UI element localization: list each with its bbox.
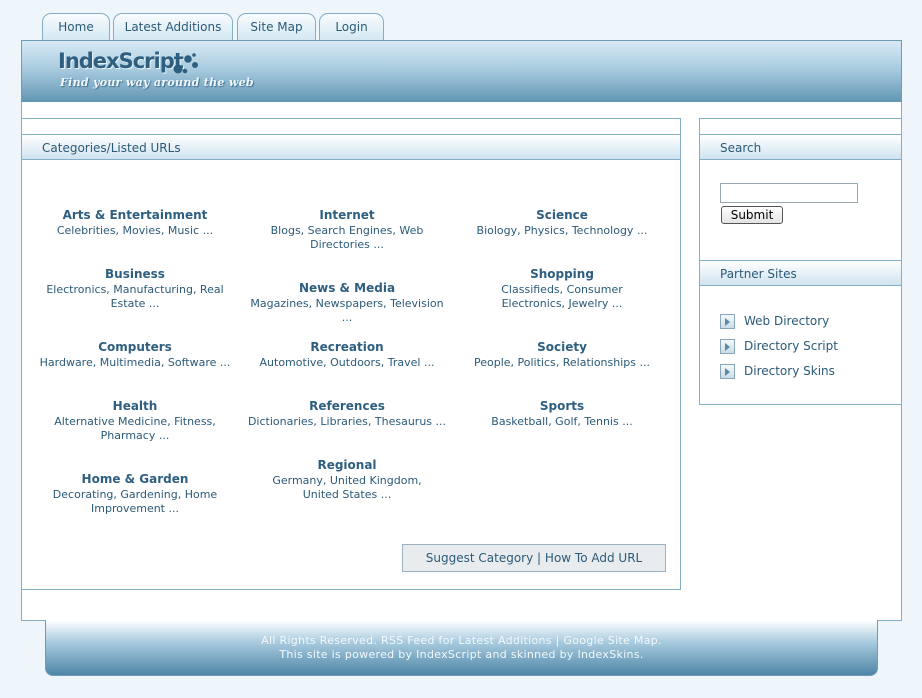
category-subcategories[interactable]: Electronics, Manufacturing, Real Estate … — [35, 283, 235, 311]
category-title[interactable]: Shopping — [462, 267, 662, 281]
category-title[interactable]: Sports — [462, 399, 662, 413]
category-title[interactable]: Computers — [35, 340, 235, 354]
partner-sites-title: Partner Sites — [700, 260, 901, 286]
category-subcategories[interactable]: Decorating, Gardening, Home Improvement … — [35, 488, 235, 516]
header-banner: IndexScript Find your way around the web — [21, 40, 902, 104]
category-shopping: Shopping Classifieds, Consumer Electroni… — [462, 267, 662, 311]
search-input[interactable] — [720, 183, 858, 203]
category-home-garden: Home & Garden Decorating, Gardening, Hom… — [35, 472, 235, 516]
category-subcategories[interactable]: Basketball, Golf, Tennis ... — [462, 415, 662, 429]
logo-title: IndexScript — [58, 49, 184, 73]
category-news-media: News & Media Magazines, Newspapers, Tele… — [247, 281, 447, 325]
category-title[interactable]: Health — [35, 399, 235, 413]
suggest-category-link[interactable]: Suggest Category — [426, 551, 533, 565]
tab-home[interactable]: Home — [42, 13, 110, 41]
category-title[interactable]: Business — [35, 267, 235, 281]
category-regional: Regional Germany, United Kingdom, United… — [247, 458, 447, 502]
category-computers: Computers Hardware, Multimedia, Software… — [35, 340, 235, 370]
category-sports: Sports Basketball, Golf, Tennis ... — [462, 399, 662, 429]
category-subcategories[interactable]: Biology, Physics, Technology ... — [462, 224, 662, 238]
category-subcategories[interactable]: Blogs, Search Engines, Web Directories .… — [247, 224, 447, 252]
partner-link-label: Directory Script — [744, 339, 838, 353]
category-title[interactable]: Recreation — [247, 340, 447, 354]
how-to-add-url-link[interactable]: How To Add URL — [545, 551, 642, 565]
category-subcategories[interactable]: Classifieds, Consumer Electronics, Jewel… — [462, 283, 662, 311]
categories-panel-title: Categories/Listed URLs — [22, 134, 680, 160]
category-internet: Internet Blogs, Search Engines, Web Dire… — [247, 208, 447, 252]
tab-site-map[interactable]: Site Map — [237, 13, 316, 41]
category-arts-entertainment: Arts & Entertainment Celebrities, Movies… — [35, 208, 235, 238]
category-title[interactable]: News & Media — [247, 281, 447, 295]
footer: All Rights Reserved. RSS Feed for Latest… — [45, 620, 878, 676]
category-title[interactable]: Home & Garden — [35, 472, 235, 486]
suggest-links-box: Suggest Category | How To Add URL — [402, 544, 666, 572]
category-subcategories[interactable]: Magazines, Newspapers, Television ... — [247, 297, 447, 325]
category-references: References Dictionaries, Libraries, Thes… — [247, 399, 447, 429]
category-recreation: Recreation Automotive, Outdoors, Travel … — [247, 340, 447, 370]
category-society: Society People, Politics, Relationships … — [462, 340, 662, 370]
category-subcategories[interactable]: Automotive, Outdoors, Travel ... — [247, 356, 447, 370]
category-health: Health Alternative Medicine, Fitness, Ph… — [35, 399, 235, 443]
category-subcategories[interactable]: Alternative Medicine, Fitness, Pharmacy … — [35, 415, 235, 443]
category-science: Science Biology, Physics, Technology ... — [462, 208, 662, 238]
footer-line-1[interactable]: All Rights Reserved. RSS Feed for Latest… — [46, 634, 877, 647]
category-title[interactable]: Science — [462, 208, 662, 222]
categories-panel: Categories/Listed URLs Arts & Entertainm… — [21, 118, 681, 590]
category-subcategories[interactable]: Celebrities, Movies, Music ... — [35, 224, 235, 238]
category-business: Business Electronics, Manufacturing, Rea… — [35, 267, 235, 311]
footer-line-2[interactable]: This site is powered by IndexScript and … — [46, 648, 877, 661]
logo-tagline: Find your way around the web — [60, 76, 254, 89]
arrow-bullet-icon — [720, 314, 735, 329]
category-title[interactable]: Regional — [247, 458, 447, 472]
category-subcategories[interactable]: People, Politics, Relationships ... — [462, 356, 662, 370]
category-title[interactable]: References — [247, 399, 447, 413]
category-title[interactable]: Internet — [247, 208, 447, 222]
category-title[interactable]: Society — [462, 340, 662, 354]
arrow-bullet-icon — [720, 339, 735, 354]
category-subcategories[interactable]: Dictionaries, Libraries, Thesaurus ... — [247, 415, 447, 429]
site-logo[interactable]: IndexScript Find your way around the web — [58, 49, 258, 101]
search-panel-title: Search — [700, 134, 901, 160]
arrow-bullet-icon — [720, 364, 735, 379]
sidebar: Search Submit Partner Sites Web Director… — [699, 118, 902, 405]
partner-link-label: Web Directory — [744, 314, 830, 328]
tab-login[interactable]: Login — [319, 13, 384, 41]
link-separator: | — [537, 551, 542, 565]
category-title[interactable]: Arts & Entertainment — [35, 208, 235, 222]
submit-button[interactable]: Submit — [721, 206, 783, 224]
logo-dots-icon — [173, 53, 198, 74]
partner-link-label: Directory Skins — [744, 364, 835, 378]
category-subcategories[interactable]: Hardware, Multimedia, Software ... — [35, 356, 235, 370]
category-subcategories[interactable]: Germany, United Kingdom, United States .… — [247, 474, 447, 502]
tab-latest-additions[interactable]: Latest Additions — [113, 13, 233, 41]
